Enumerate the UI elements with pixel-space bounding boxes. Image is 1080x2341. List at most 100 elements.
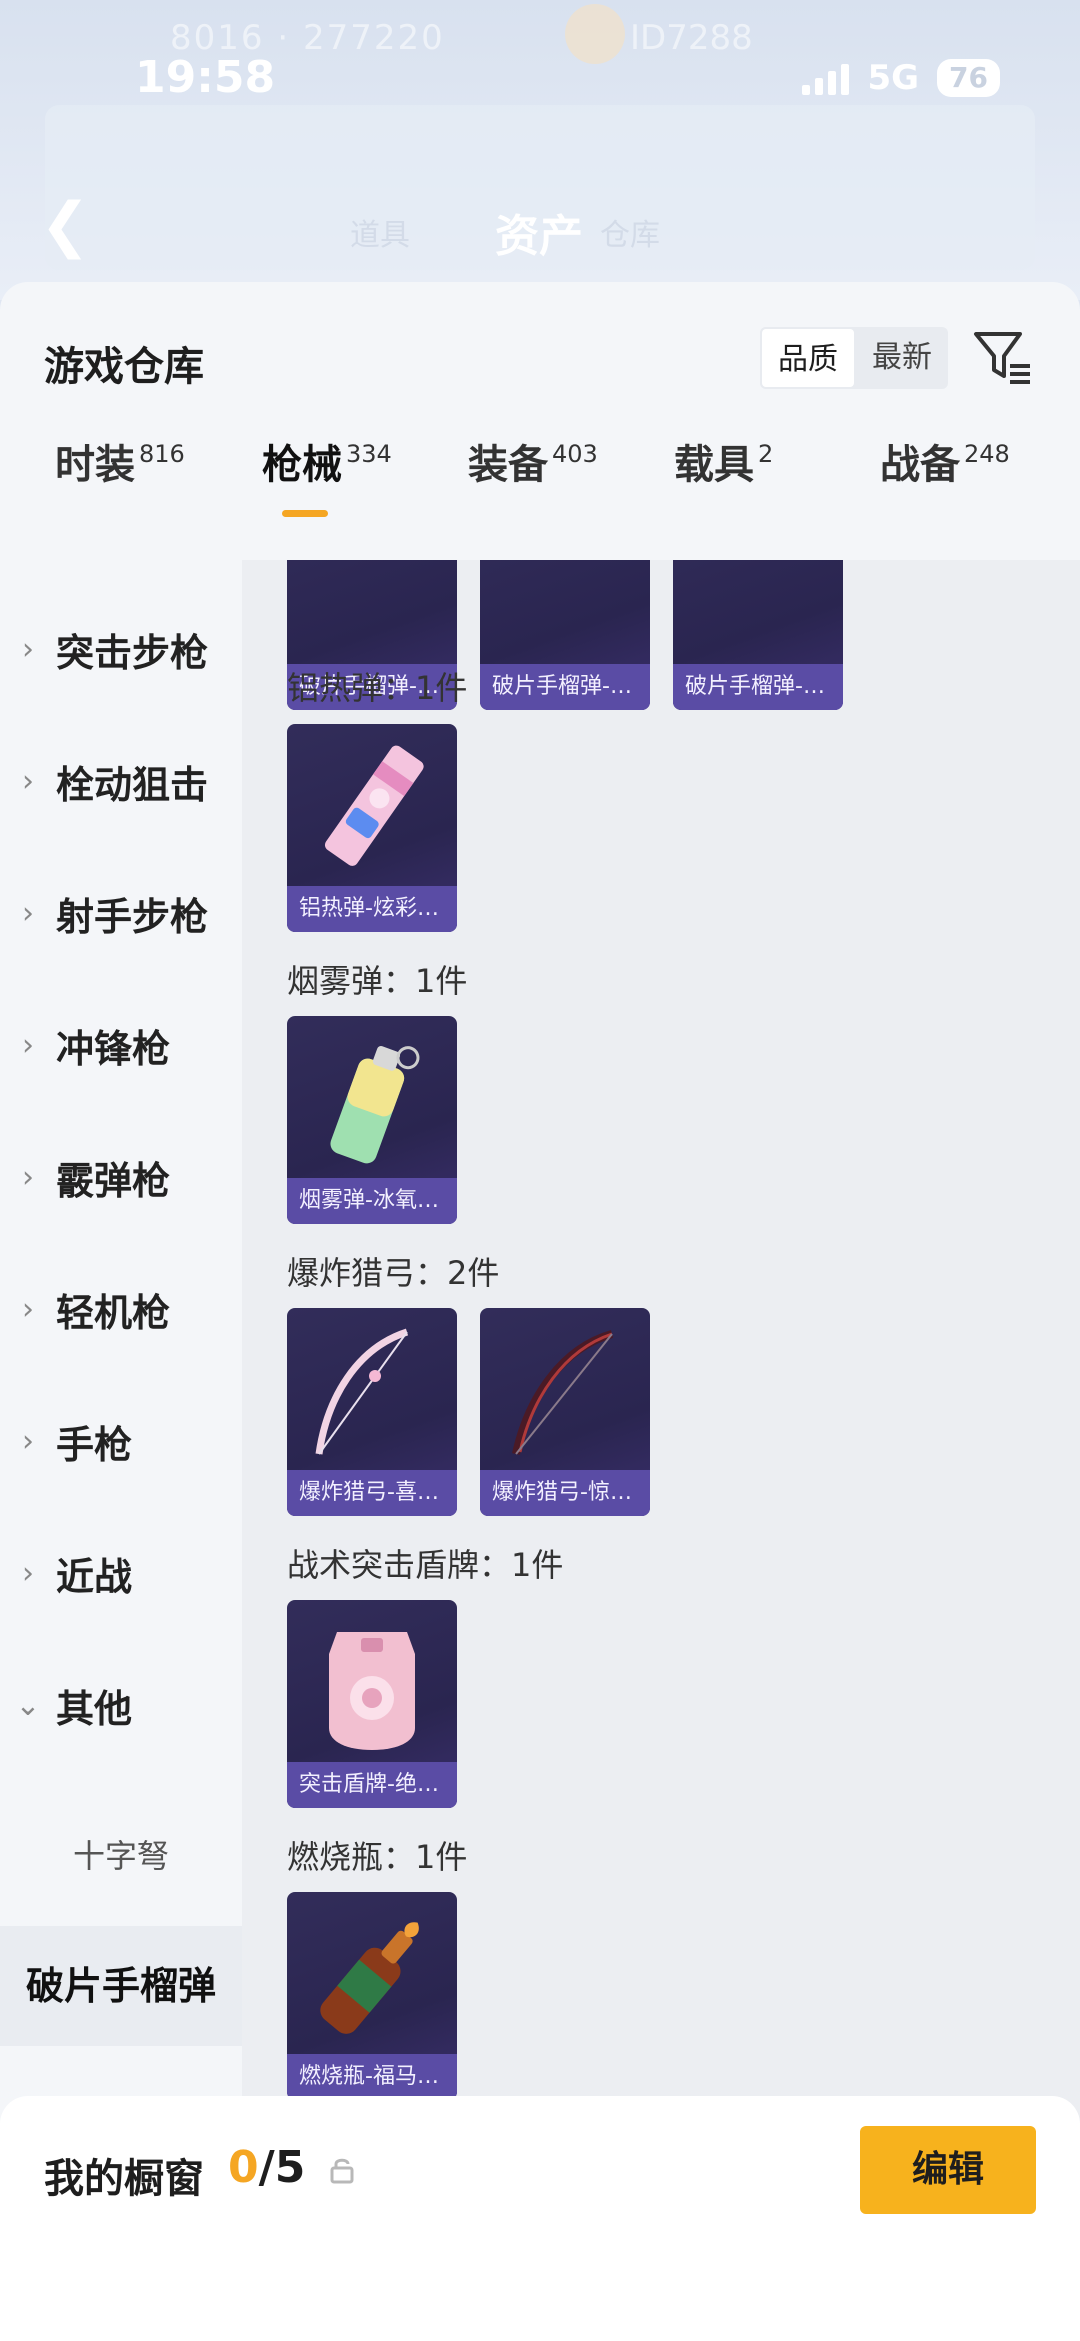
background-header: 8016 · 277220 ID7288 19:58 5G 76 ❮ 道具 资产… (0, 0, 1080, 300)
network-label: 5G (867, 58, 920, 98)
nav-label: 突击步枪 (56, 630, 209, 675)
group-label: 烟雾弹：1件 (287, 962, 468, 1000)
nav-item-lmg[interactable]: › 轻机枪 (0, 1254, 242, 1364)
chevron-right-icon: › (22, 1027, 34, 1063)
showcase-current: 0 (228, 2142, 259, 2193)
item-card[interactable]: 烟雾弹-冰氧… (287, 1016, 457, 1224)
item-caption: 铝热弹-炫彩… (287, 886, 457, 932)
showcase-label: 我的橱窗 (44, 2156, 204, 2202)
showcase-bar: 我的橱窗 0/5 编辑 (0, 2096, 1080, 2341)
nav-sub-frag-grenade[interactable]: 破片手榴弹 (0, 1926, 242, 2046)
nav-label: 手枪 (56, 1422, 133, 1467)
showcase-count: 0/5 (228, 2142, 305, 2193)
item-card[interactable]: 燃烧瓶-福马… (287, 1892, 457, 2100)
item-card[interactable]: 爆炸猎弓-惊… (480, 1308, 650, 1516)
nav-sub-crossbow[interactable]: 十字弩 (0, 1796, 242, 1916)
sort-toggle: 品质 最新 (760, 327, 948, 389)
tab-count: 334 (346, 440, 392, 468)
tab-label: 时装 (55, 442, 135, 488)
group-label: 爆炸猎弓：2件 (287, 1254, 500, 1292)
tab-war-prep[interactable]: 战备 248 (880, 432, 1010, 490)
sheet-header: 游戏仓库 品质 最新 (0, 282, 1080, 402)
lock-icon (330, 2158, 354, 2184)
nav-label: 轻机枪 (56, 1290, 171, 1335)
sheet-title: 游戏仓库 (44, 344, 204, 390)
edit-button[interactable]: 编辑 (860, 2126, 1036, 2214)
back-icon[interactable]: ❮ (40, 190, 90, 260)
smoke-grenade-icon (330, 1045, 420, 1164)
nav-item-melee[interactable]: › 近战 (0, 1518, 242, 1628)
status-icons: 5G 76 (802, 58, 1000, 98)
showcase-total: /5 (258, 2142, 306, 2193)
item-card[interactable]: 爆炸猎弓-喜… (287, 1308, 457, 1516)
chevron-right-icon: › (22, 1423, 34, 1459)
explosive-bow-icon (315, 1328, 409, 1455)
signal-icon (802, 61, 850, 95)
filter-icon[interactable] (972, 326, 1034, 388)
nav-label: 冲锋枪 (56, 1026, 171, 1071)
item-caption: 突击盾牌-绝… (287, 1762, 457, 1808)
chevron-right-icon: › (22, 763, 34, 799)
nav-item-other[interactable]: ⌄ 其他 (0, 1650, 242, 1760)
tab-label: 战备 (880, 442, 960, 488)
nav-item-smg[interactable]: › 冲锋枪 (0, 990, 242, 1100)
nav-label: 栓动狙击 (56, 762, 209, 807)
thermite-grenade-icon (324, 745, 424, 866)
blur-title: 资产 (495, 211, 583, 262)
nav-item-shotgun[interactable]: › 霰弹枪 (0, 1122, 242, 1232)
item-card[interactable]: 破片手榴弹-… (480, 560, 650, 710)
side-nav: › 突击步枪 › 栓动狙击 › 射手步枪 › 冲锋枪 › 霰弹枪 › 轻机枪 › 手枪 › 近战… (0, 560, 242, 2341)
item-caption: 烟雾弹-冰氧… (287, 1178, 457, 1224)
group-label: 燃烧瓶：1件 (287, 1838, 468, 1876)
nav-label: 近战 (56, 1554, 133, 1599)
sort-quality[interactable]: 品质 (760, 327, 856, 389)
ghost-avatar (565, 4, 625, 64)
tab-count: 248 (964, 440, 1010, 468)
shield-icon (329, 1632, 415, 1750)
item-caption: 破片手榴弹-… (480, 664, 650, 710)
category-tabs: 时装 816 枪械 334 装备 403 载具 2 战备 248 (0, 432, 1080, 542)
tab-count: 816 (139, 440, 185, 468)
tab-fashion[interactable]: 时装 816 (55, 432, 185, 490)
nav-label: 射手步枪 (56, 894, 209, 939)
tab-equipment[interactable]: 装备 403 (468, 432, 598, 490)
tab-active-indicator (282, 510, 328, 517)
chevron-right-icon: › (22, 1291, 34, 1327)
item-caption: 燃烧瓶-福马… (287, 2054, 457, 2100)
blur-right-text: 仓库 (600, 218, 660, 253)
tab-label: 装备 (468, 442, 548, 488)
chevron-right-icon: › (22, 895, 34, 931)
molotov-icon (320, 1922, 419, 2034)
chevron-right-icon: › (22, 1159, 34, 1195)
group-label: 铝热弹：1件 (287, 669, 468, 707)
item-caption: 爆炸猎弓-惊… (480, 1470, 650, 1516)
tab-guns[interactable]: 枪械 334 (262, 432, 392, 490)
nav-label: 霰弹枪 (56, 1158, 171, 1203)
tab-count: 2 (758, 440, 774, 468)
item-card[interactable]: 破片手榴弹-… (673, 560, 843, 710)
tab-label: 枪械 (262, 442, 342, 488)
nav-item-pistol[interactable]: › 手枪 (0, 1386, 242, 1496)
nav-item-marksman[interactable]: › 射手步枪 (0, 858, 242, 968)
status-time: 19:58 (135, 52, 276, 103)
nav-label: 其他 (56, 1686, 133, 1731)
ghost-id: ID7288 (630, 18, 753, 58)
tab-vehicles[interactable]: 载具 2 (674, 432, 773, 490)
item-caption: 破片手榴弹-… (673, 664, 843, 710)
sort-latest[interactable]: 最新 (856, 327, 948, 389)
tab-count: 403 (552, 440, 598, 468)
chevron-right-icon: › (22, 1555, 34, 1591)
tab-label: 载具 (674, 442, 754, 488)
group-label: 战术突击盾牌：1件 (287, 1546, 564, 1584)
item-card[interactable]: 铝热弹-炫彩… (287, 724, 457, 932)
blur-left-text: 道具 (350, 218, 410, 253)
nav-item-bolt-sniper[interactable]: › 栓动狙击 (0, 726, 242, 836)
nav-item-assault-rifle[interactable]: › 突击步枪 (0, 594, 242, 704)
chevron-down-icon: ⌄ (15, 1687, 41, 1723)
explosive-bow-icon (512, 1330, 614, 1455)
item-grid: 破片手榴弹-… 破片手榴弹-… 破片手榴弹-… 铝热弹：1件 铝热弹-炫彩… 烟… (242, 560, 1080, 2341)
item-card[interactable]: 突击盾牌-绝… (287, 1600, 457, 1808)
battery-icon: 76 (937, 59, 1000, 97)
chevron-right-icon: › (22, 631, 34, 667)
warehouse-sheet: 游戏仓库 品质 最新 时装 816 枪械 334 装备 403 载具 2 战备 248 ›… (0, 282, 1080, 2341)
